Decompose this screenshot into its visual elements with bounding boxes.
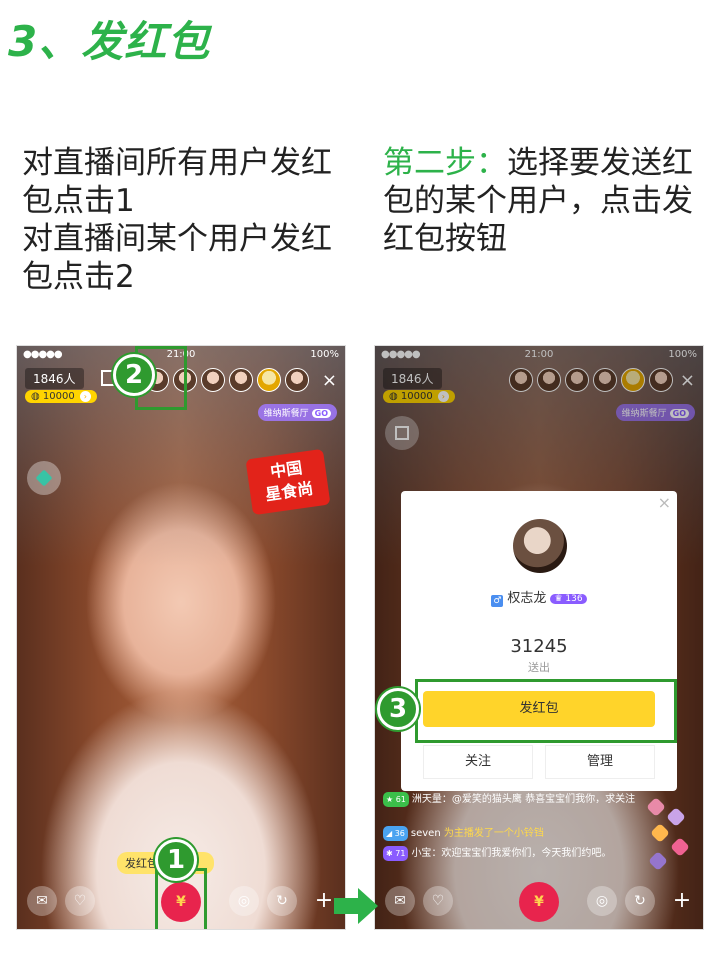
share-icon[interactable]: ↻ bbox=[267, 886, 297, 916]
user-card-popup: × ♂ 权志龙 ♛ 136 31245 送出 发红包 关注 管理 bbox=[401, 491, 677, 791]
diamond-icon[interactable] bbox=[27, 461, 61, 495]
user-level-badge: ♛ 136 bbox=[550, 594, 587, 604]
heart-icon[interactable]: ♡ bbox=[423, 886, 453, 916]
chat-message: ✱ 71 小宝：欢迎宝宝们我爱你们，今天我们约吧。 bbox=[383, 846, 641, 861]
audience-avatar[interactable] bbox=[257, 368, 281, 392]
floating-hearts bbox=[643, 796, 693, 876]
phone-screenshot-live-room: ●●●●● 21:00 100% 1846人 ◍ 10000 › × 维纳斯餐厅… bbox=[16, 345, 346, 930]
audience-avatar[interactable] bbox=[285, 368, 309, 392]
avatar bbox=[513, 519, 567, 573]
close-icon[interactable]: × bbox=[322, 370, 337, 391]
chat-level-badge: ✱ 71 bbox=[383, 846, 409, 861]
bottom-toolbar: ✉ ♡ ¥ ◎ ↻ + bbox=[375, 882, 703, 922]
chat-level-badge: ★ 61 bbox=[383, 792, 409, 807]
chat-user: 小宝 bbox=[411, 848, 432, 859]
chat-text: 为主播发了一个小铃铛 bbox=[443, 828, 544, 839]
chat-message: ★ 61 洲天量：@爱笑的猫头鹰 恭喜宝宝们我你，求关注 bbox=[383, 792, 641, 807]
mail-icon[interactable]: ✉ bbox=[27, 886, 57, 916]
user-name-row: ♂ 权志龙 ♛ 136 bbox=[401, 587, 677, 607]
guild-tag[interactable]: 维纳斯餐厅 GO bbox=[257, 404, 337, 421]
left-desc-line1: 对直播间所有用户发红包点击1 bbox=[22, 145, 332, 219]
page-heading: 3、发红包 bbox=[8, 17, 211, 66]
chat-text: ：@爱笑的猫头鹰 恭喜宝宝们我你，求关注 bbox=[441, 794, 636, 805]
chat-user: 洲天量 bbox=[411, 794, 442, 805]
left-desc-line2: 对直播间某个用户发红包点击2 bbox=[22, 221, 332, 295]
viewer-count: 1846人 bbox=[25, 368, 84, 389]
step-badge-2: 2 bbox=[113, 354, 155, 396]
camera-icon[interactable]: ◎ bbox=[587, 886, 617, 916]
chat-user: seven bbox=[410, 828, 441, 839]
battery-level: 100% bbox=[310, 349, 339, 360]
coin-value: 10000 bbox=[42, 391, 75, 402]
share-icon[interactable]: ↻ bbox=[625, 886, 655, 916]
event-logo: 中国 星食尚 bbox=[245, 448, 331, 516]
audience-avatar[interactable] bbox=[229, 368, 253, 392]
camera-icon[interactable]: ◎ bbox=[229, 886, 259, 916]
chat-message: ◢ 36 seven 为主播发了一个小铃铛 bbox=[383, 826, 641, 841]
chat-text: ：欢迎宝宝们我爱你们，今天我们约吧。 bbox=[431, 848, 612, 859]
coin-icon: ◍ bbox=[31, 391, 43, 402]
gift-count-label: 送出 bbox=[528, 661, 550, 674]
close-icon[interactable]: × bbox=[658, 493, 671, 512]
gift-count: 31245 bbox=[510, 636, 568, 657]
chat-level-badge: ◢ 36 bbox=[383, 826, 408, 841]
mail-icon[interactable]: ✉ bbox=[385, 886, 415, 916]
coin-balance[interactable]: ◍ 10000 › bbox=[25, 390, 97, 403]
step-badge-3: 3 bbox=[377, 688, 419, 730]
step-arrow-icon bbox=[334, 888, 380, 924]
guild-name: 维纳斯餐厅 bbox=[263, 409, 309, 419]
guild-go: GO bbox=[311, 409, 331, 418]
manage-button[interactable]: 管理 bbox=[545, 745, 655, 779]
user-name: 权志龙 bbox=[507, 591, 547, 606]
follow-button[interactable]: 关注 bbox=[423, 745, 533, 779]
right-description: 第二步：选择要发送红包的某个用户，点击发红包按钮 bbox=[383, 144, 713, 258]
step-prefix: 第二步： bbox=[383, 145, 507, 181]
gender-male-icon: ♂ bbox=[491, 595, 504, 607]
left-description: 对直播间所有用户发红包点击1 对直播间某个用户发红包点击2 bbox=[22, 144, 352, 296]
audience-avatar[interactable] bbox=[201, 368, 225, 392]
phone-screenshot-user-card: ●●●●● 21:00 100% 1846人 ◍ 10000 › × 维纳斯餐厅… bbox=[374, 345, 704, 930]
plus-icon[interactable]: + bbox=[667, 886, 697, 916]
coin-arrow-icon: › bbox=[79, 391, 91, 402]
heart-icon[interactable]: ♡ bbox=[65, 886, 95, 916]
highlight-box-send-button bbox=[415, 679, 677, 743]
step-badge-1: 1 bbox=[155, 839, 197, 881]
red-packet-button[interactable]: ¥ bbox=[519, 882, 559, 922]
